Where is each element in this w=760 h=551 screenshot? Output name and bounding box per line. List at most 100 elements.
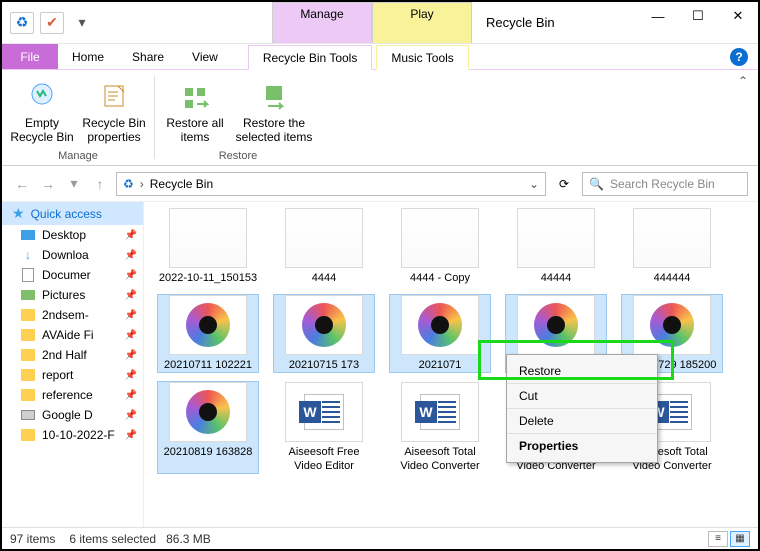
recent-locations-button[interactable]: ▾ [64,174,84,194]
quick-access-toolbar: ♻ ✔ ▾ [2,2,102,43]
pin-icon: 📌 [125,310,137,321]
doc-icon [20,268,36,282]
pin-icon: 📌 [125,230,137,241]
context-tab-manage[interactable]: Manage [272,2,372,43]
file-tile[interactable]: 2022-10-11_150153 [158,208,258,285]
sidebar-item[interactable]: Google D 📌 [2,405,143,425]
file-tile[interactable]: 4444 [274,208,374,285]
context-tab-play[interactable]: Play [372,2,472,43]
sidebar-item[interactable]: report📌 [2,365,143,385]
file-pane: 2022-10-11_15015344444444 - Copy44444444… [144,202,758,527]
collapse-ribbon-icon[interactable]: ⌃ [728,70,758,92]
pin-icon: 📌 [125,250,137,261]
refresh-button[interactable]: ⟳ [552,172,576,196]
recycle-bin-icon[interactable]: ♻ [10,12,34,34]
folder-icon [20,368,36,382]
quick-access-label: Quick access [31,207,102,221]
tab-recycle-bin-tools[interactable]: Recycle Bin Tools [248,45,373,70]
file-tile[interactable]: 444444 [622,208,722,285]
address-bar[interactable]: ♻ › Recycle Bin ⌄ [116,172,546,196]
file-tile[interactable]: Aiseesoft Total Video Converter [390,382,490,472]
forward-button[interactable]: → [38,174,58,194]
empty-recycle-bin-label: Empty Recycle Bin [10,116,74,144]
search-icon: 🔍 [589,177,604,191]
pin-icon: 📌 [125,410,137,421]
file-tile[interactable]: 2021071 [390,295,490,372]
context-tab-group: Manage Play [272,2,472,43]
empty-recycle-bin-icon [26,80,58,112]
file-tile[interactable]: 4444 - Copy [390,208,490,285]
minimize-button[interactable]: — [638,2,678,30]
qat-properties-icon[interactable]: ✔ [40,12,64,34]
ribbon: Empty Recycle Bin Recycle Bin properties… [2,70,758,166]
file-tile[interactable]: Aiseesoft Free Video Editor [274,382,374,472]
address-dropdown-icon[interactable]: ⌄ [529,177,539,191]
sidebar-item[interactable]: 2nd Half📌 [2,345,143,365]
up-button[interactable]: ↑ [90,174,110,194]
tab-file[interactable]: File [2,44,58,69]
sidebar-item-label: reference [42,388,93,402]
close-button[interactable]: ✕ [718,2,758,30]
desk-icon [20,228,36,242]
sidebar-item[interactable]: 10-10-2022-F📌 [2,425,143,445]
folder-icon [20,428,36,442]
file-tile[interactable]: 20210715 173 [274,295,374,372]
context-menu-restore[interactable]: Restore [507,359,657,383]
empty-recycle-bin-button[interactable]: Empty Recycle Bin [8,76,76,148]
sidebar-item-label: report [42,368,73,382]
file-name: 20210711 102221 [164,359,252,372]
status-size: 86.3 MB [166,532,211,546]
pin-icon: 📌 [125,270,137,281]
pin-icon: 📌 [125,330,137,341]
recycle-bin-properties-button[interactable]: Recycle Bin properties [80,76,148,148]
tab-share[interactable]: Share [118,44,178,69]
sidebar-item-label: 2ndsem- [42,308,89,322]
recycle-bin-icon: ♻ [123,177,134,191]
tab-home[interactable]: Home [58,44,118,69]
search-input[interactable]: 🔍 Search Recycle Bin [582,172,748,196]
view-large-icons-button[interactable]: ▦ [730,531,750,547]
file-tile[interactable]: 20210819 163828 [158,382,258,472]
context-menu-delete[interactable]: Delete [507,408,657,433]
pic-icon [20,288,36,302]
restore-selected-icon [258,80,290,112]
sidebar-item[interactable]: AVAide Fi📌 [2,325,143,345]
folder-icon [20,328,36,342]
maximize-button[interactable]: ☐ [678,2,718,30]
back-button[interactable]: ← [12,174,32,194]
properties-icon [98,80,130,112]
down-icon: ↓ [20,248,36,262]
recycle-bin-properties-label: Recycle Bin properties [82,116,146,144]
restore-selected-items-button[interactable]: Restore the selected items [233,76,315,148]
sidebar-item[interactable]: Pictures📌 [2,285,143,305]
sidebar-item-label: Pictures [42,288,85,302]
file-tile[interactable]: 20210711 102221 [158,295,258,372]
status-selection-wrap: 6 items selected 86.3 MB [69,532,210,546]
quick-access-item[interactable]: ★ Quick access [2,202,143,225]
tab-view[interactable]: View [178,44,232,69]
file-name: 2022-10-11_150153 [159,272,257,285]
restore-all-items-button[interactable]: Restore all items [161,76,229,148]
sidebar-item[interactable]: 2ndsem- 📌 [2,305,143,325]
title-bar: ♻ ✔ ▾ Manage Play Recycle Bin — ☐ ✕ [2,2,758,44]
context-menu-cut[interactable]: Cut [507,383,657,408]
search-placeholder: Search Recycle Bin [610,177,715,191]
ribbon-group-restore: Restore all items Restore the selected i… [155,70,321,165]
file-name: 444444 [654,272,691,285]
help-icon[interactable]: ? [730,48,748,66]
window-title: Recycle Bin [472,9,569,36]
file-name: Aiseesoft Free Video Editor [274,446,374,472]
drive-icon [20,408,36,422]
tab-music-tools[interactable]: Music Tools [376,45,468,70]
address-location: Recycle Bin [150,177,213,191]
sidebar-item[interactable]: Documer📌 [2,265,143,285]
sidebar-item[interactable]: Desktop📌 [2,225,143,245]
file-tile[interactable]: 44444 [506,208,606,285]
sidebar-item[interactable]: ↓Downloa📌 [2,245,143,265]
qat-dropdown-icon[interactable]: ▾ [70,12,94,34]
sidebar-item[interactable]: reference📌 [2,385,143,405]
context-menu-properties[interactable]: Properties [507,433,657,458]
file-name: Aiseesoft Total Video Converter [390,446,490,472]
view-details-button[interactable]: ≡ [708,531,728,547]
sidebar-item-label: Google D [42,408,93,422]
